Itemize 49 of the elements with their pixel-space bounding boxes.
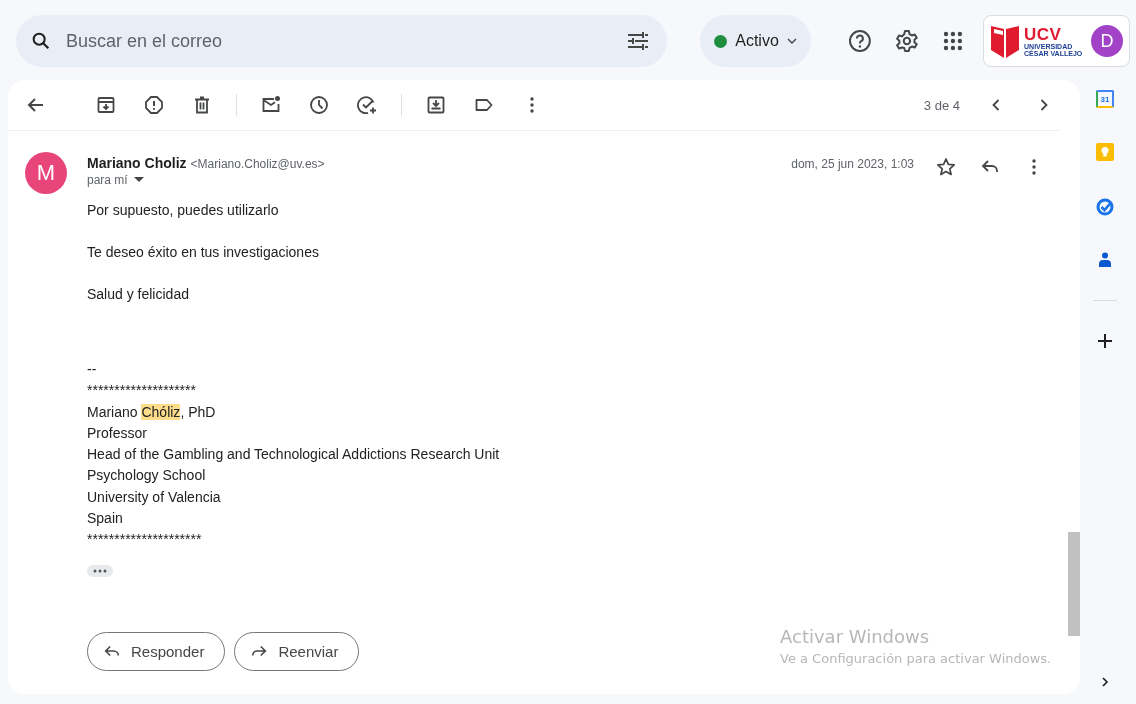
signature-line: ********************: [87, 381, 196, 401]
search-icon: [30, 30, 52, 52]
recipient-dropdown[interactable]: para mí: [87, 173, 144, 187]
message-paragraph: Te deseo éxito en tus investigaciones: [87, 243, 320, 262]
signature-line: Mariano Chóliz, PhD: [87, 402, 216, 422]
message-date: dom, 25 jun 2023, 1:03: [791, 156, 914, 171]
signature-line: *********************: [87, 530, 202, 550]
forward-button[interactable]: Reenviar: [234, 631, 360, 671]
archive-icon[interactable]: [96, 95, 116, 115]
activation-title: Activar Windows: [780, 626, 931, 647]
star-icon[interactable]: [936, 157, 956, 177]
sender-name: Mariano Choliz: [87, 155, 187, 171]
message-paragraph: Por supuesto, puedes utilizarlo: [87, 201, 280, 220]
delete-icon[interactable]: [192, 95, 212, 115]
sender-email: <Mariano.Choliz@uv.es>: [190, 157, 325, 171]
ellipsis-icon: [92, 568, 108, 573]
status-dropdown[interactable]: Activo: [700, 15, 811, 67]
help-icon[interactable]: [847, 29, 872, 53]
mark-unread-icon[interactable]: [261, 95, 281, 115]
show-trimmed-button[interactable]: [87, 564, 113, 577]
signature-line: Psychology School: [87, 466, 206, 486]
settings-icon[interactable]: [895, 29, 920, 53]
signature-line: Head of the Gambling and Technological Addictions Research Unit: [87, 445, 500, 465]
clock-icon[interactable]: [309, 95, 329, 115]
spam-icon[interactable]: [144, 95, 164, 115]
reply-button[interactable]: Responder: [87, 631, 226, 671]
account-avatar[interactable]: D: [1091, 25, 1123, 57]
move-to-icon[interactable]: [426, 95, 446, 115]
signature-line: Spain: [87, 509, 123, 529]
activation-text: Ve a Configuración para activar Windows.: [780, 651, 1052, 666]
search-bar[interactable]: Buscar en el correo: [16, 15, 668, 67]
scrollbar-thumb[interactable]: [1068, 532, 1080, 636]
signature-line: Professor: [87, 423, 147, 443]
signature-line: --: [87, 360, 97, 379]
shield-logo-icon: [990, 23, 1020, 59]
task-check-icon[interactable]: [1095, 196, 1115, 216]
apps-icon[interactable]: [943, 31, 963, 51]
sender-avatar: M: [25, 152, 67, 194]
filter-icon[interactable]: [627, 31, 650, 51]
caret-icon: [133, 177, 144, 183]
add-task-icon[interactable]: [357, 95, 377, 115]
search-field[interactable]: Buscar en el correo: [64, 29, 616, 53]
logo-acronym: UCV: [1024, 25, 1063, 43]
message-paragraph: Salud y felicidad: [87, 285, 190, 304]
calendar-icon[interactable]: 31: [1096, 90, 1114, 108]
signature-line: University of Valencia: [87, 487, 221, 507]
chevron-down-icon: [786, 38, 797, 44]
pager-count: 3 de 4: [923, 97, 960, 113]
add-icon[interactable]: [1095, 331, 1115, 351]
